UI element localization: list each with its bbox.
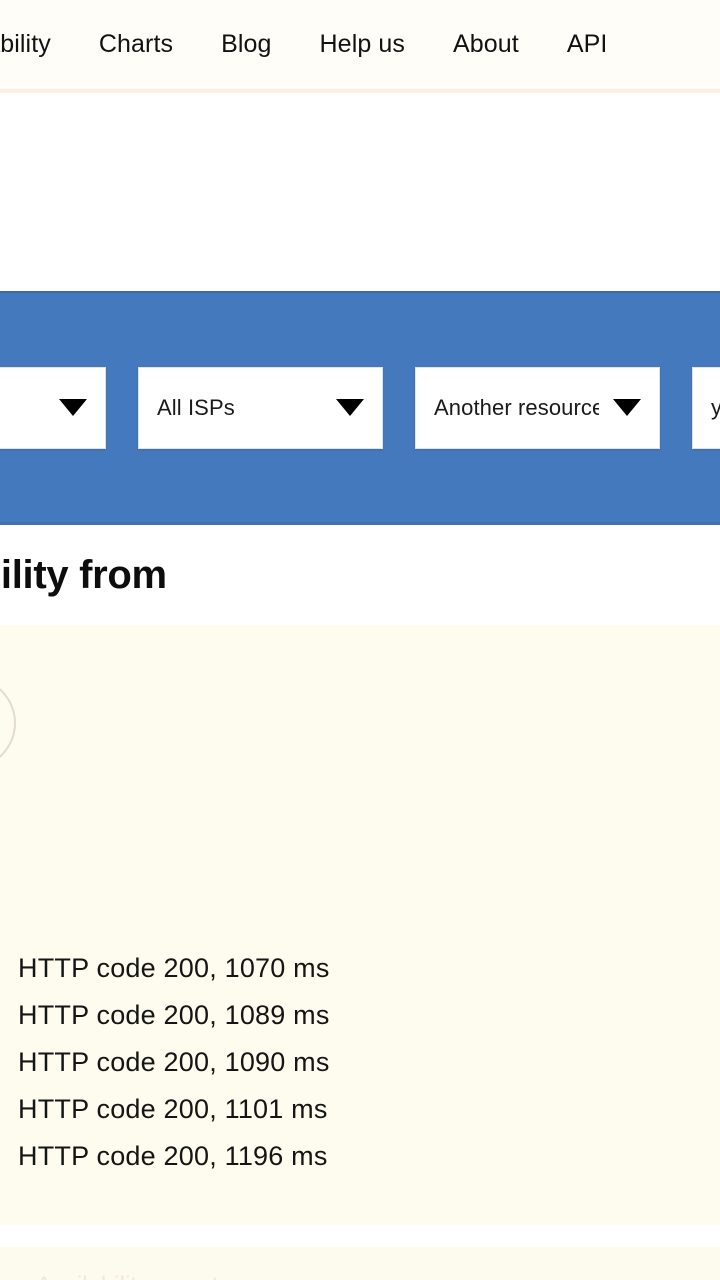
chevron-down-icon <box>613 399 641 416</box>
nav-item-blog[interactable]: Blog <box>197 0 295 91</box>
nav-item-charts[interactable]: Charts <box>75 0 197 91</box>
top-navigation-bar: Availability Charts Blog Help us About A… <box>0 0 720 93</box>
period-select[interactable] <box>0 366 106 449</box>
section-divider <box>0 1225 720 1247</box>
filter-toolbar: All ISPs Another resource your <box>0 291 720 525</box>
filter-control-row: All ISPs Another resource your <box>0 366 720 449</box>
nav-item-about[interactable]: About <box>429 0 543 91</box>
page-title: Check availability from <box>0 552 167 597</box>
list-item: HTTP code 200, 1196 ms <box>18 1141 328 1171</box>
results-panel: ns HTTP code 200, 1070 ms HTTP code 200,… <box>0 625 720 1225</box>
list-item: HTTP code 200, 1090 ms <box>18 1047 330 1077</box>
resource-select-label: Another resource <box>434 394 599 420</box>
chevron-down-icon <box>336 399 364 416</box>
http-response-log-list: HTTP code 200, 1070 ms HTTP code 200, 10… <box>0 945 330 1180</box>
availability-gauge-icon <box>0 677 16 769</box>
nav-list: Availability Charts Blog Help us About A… <box>0 0 631 91</box>
next-section-heading: Availability report <box>36 1272 218 1280</box>
chevron-down-icon <box>59 399 87 416</box>
list-item: HTTP code 200, 1101 ms <box>18 1094 328 1124</box>
isp-select-label: All ISPs <box>157 394 235 420</box>
isp-select[interactable]: All ISPs <box>138 366 383 449</box>
resource-select[interactable]: Another resource <box>415 366 660 449</box>
next-section-panel: Availability report <box>0 1247 720 1280</box>
list-item: HTTP code 200, 1070 ms <box>18 953 330 983</box>
nav-item-api[interactable]: API <box>543 0 632 91</box>
list-item: HTTP code 200, 1089 ms <box>18 1000 330 1030</box>
location-select[interactable]: your <box>692 366 720 449</box>
location-select-label: your <box>711 394 720 420</box>
page-heading-strip: Check availability from <box>0 525 720 625</box>
nav-item-help-us[interactable]: Help us <box>296 0 429 91</box>
nav-item-availability[interactable]: Availability <box>0 0 75 91</box>
